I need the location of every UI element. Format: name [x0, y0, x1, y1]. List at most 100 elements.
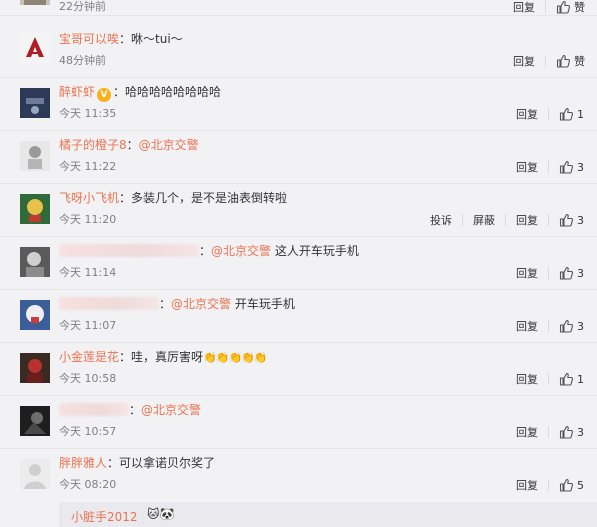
comment-actions: 回复 1: [516, 371, 585, 387]
comment-time: 今天 11:20: [59, 213, 117, 226]
avatar[interactable]: [20, 406, 50, 436]
username-link[interactable]: 醉虾虾: [59, 85, 95, 99]
avatar[interactable]: [20, 353, 50, 383]
like-count: 1: [577, 107, 584, 121]
comment-text: 醉虾虾 V ：哈哈哈哈哈哈哈哈: [59, 85, 222, 102]
like-count: 3: [577, 160, 584, 174]
thumb-up-icon: [559, 372, 573, 386]
comment-item: ：@北京交警 这人开车玩手机 今天 11:14 回复 3: [0, 237, 597, 290]
comment-actions: 回复 1: [516, 106, 585, 122]
mention-link[interactable]: @北京交警: [171, 297, 231, 311]
mention-link[interactable]: @北京交警: [211, 244, 271, 258]
mention-link[interactable]: @北京交警: [139, 138, 199, 152]
reply-button[interactable]: 回复: [516, 318, 538, 334]
comment-item: 橘子的橙子8：@北京交警 今天 11:22 回复 3: [0, 131, 597, 184]
username-link[interactable]: 小脏手2012: [71, 508, 138, 525]
like-count: 3: [577, 266, 584, 280]
username-link[interactable]: 橘子的橙子8: [59, 138, 127, 152]
thumb-up-icon: [559, 213, 573, 227]
reply-button[interactable]: 回复: [513, 53, 535, 69]
comment-actions: 回复 3: [516, 265, 585, 281]
comment-text: ：@北京交警 开车玩手机: [59, 296, 295, 312]
comment-item: 醉虾虾 V ：哈哈哈哈哈哈哈哈 今天 11:35 回复 1: [0, 78, 597, 131]
reply-button[interactable]: 回复: [513, 0, 535, 15]
avatar[interactable]: [20, 459, 50, 489]
comment-time: 今天 10:57: [59, 425, 117, 438]
comment-time: 今天 11:22: [59, 160, 117, 173]
avatar[interactable]: [20, 247, 50, 277]
comment-text: 小金莲是花：哇，真厉害呀👏👏👏👏👏: [59, 350, 268, 364]
comment-body: 这人开车玩手机: [274, 244, 359, 258]
divider: [548, 214, 549, 226]
comment-text: 宝哥可以唉：咻～tui～: [59, 32, 183, 46]
like-count: 3: [577, 319, 584, 333]
like-button[interactable]: 赞: [556, 53, 585, 69]
emoji-sticker-icon: 🐱🐼: [147, 507, 175, 521]
comment-body: 哇，真厉害呀: [131, 350, 204, 364]
divider: [548, 108, 549, 120]
divider: [548, 320, 549, 332]
thumb-up-icon: [556, 0, 570, 14]
like-count: 3: [577, 213, 584, 227]
reply-button[interactable]: 回复: [516, 265, 538, 281]
reply-button[interactable]: 回复: [516, 106, 538, 122]
like-button[interactable]: 3: [559, 266, 585, 280]
reply-button[interactable]: 回复: [516, 159, 538, 175]
avatar[interactable]: [20, 33, 50, 63]
avatar[interactable]: [20, 300, 50, 330]
like-button[interactable]: 5: [559, 478, 585, 492]
comment-actions: 投诉 屏蔽 回复 3: [430, 212, 585, 228]
username-link[interactable]: 宝哥可以唉: [59, 32, 119, 46]
username-link[interactable]: [59, 403, 129, 416]
like-count: 1: [577, 372, 584, 386]
mention-link[interactable]: @北京交警: [141, 403, 201, 417]
username-link[interactable]: 飞呀小飞机: [59, 191, 119, 205]
divider: [548, 479, 549, 491]
reply-button[interactable]: 回复: [516, 371, 538, 387]
username-link[interactable]: [59, 244, 199, 257]
like-button[interactable]: 1: [559, 107, 585, 121]
thumb-up-icon: [559, 319, 573, 333]
block-button[interactable]: 屏蔽: [473, 212, 495, 228]
comment-time: 今天 08:20: [59, 478, 117, 491]
avatar[interactable]: [20, 194, 50, 224]
divider: [545, 55, 546, 67]
username-link[interactable]: 胖胖雅人: [59, 456, 107, 470]
clap-emoji: 👏👏👏👏👏: [203, 351, 267, 364]
thumb-up-icon: [559, 266, 573, 280]
comment-actions: 回复 赞: [513, 0, 585, 15]
like-button[interactable]: 3: [559, 425, 585, 439]
like-button[interactable]: 3: [559, 319, 585, 333]
like-button[interactable]: 赞: [556, 0, 585, 15]
comment-time: 22分钟前: [59, 0, 106, 13]
comment-body: 开车玩手机: [234, 297, 295, 311]
username-link[interactable]: [59, 297, 159, 310]
comment-body: 咻～tui～: [131, 32, 183, 46]
reply-button[interactable]: 回复: [516, 424, 538, 440]
like-count: 5: [577, 478, 584, 492]
like-button[interactable]: 1: [559, 372, 585, 386]
like-button[interactable]: 3: [559, 160, 585, 174]
comment-text: ：@北京交警: [59, 402, 201, 418]
report-button[interactable]: 投诉: [430, 212, 452, 228]
username-link[interactable]: 小金莲是花: [59, 350, 119, 364]
divider: [548, 426, 549, 438]
comment-actions: 回复 3: [516, 424, 585, 440]
avatar[interactable]: [20, 0, 50, 5]
comment-body: 可以拿诺贝尔奖了: [119, 456, 216, 470]
avatar[interactable]: [20, 141, 50, 171]
thumb-up-icon: [559, 160, 573, 174]
divider: [545, 1, 546, 13]
comment-text: 胖胖雅人：可以拿诺贝尔奖了: [59, 456, 216, 470]
thumb-up-icon: [556, 54, 570, 68]
avatar[interactable]: [20, 88, 50, 118]
comment-actions: 回复 3: [516, 159, 585, 175]
comment-actions: 回复 赞: [513, 53, 585, 69]
comment-item: 22分钟前 回复 赞: [0, 0, 597, 16]
reply-button[interactable]: 回复: [516, 477, 538, 493]
comment-body: 哈哈哈哈哈哈哈哈: [125, 85, 222, 99]
like-button[interactable]: 3: [559, 213, 585, 227]
reply-button[interactable]: 回复: [516, 212, 538, 228]
comment-item: ：@北京交警 今天 10:57 回复 3: [0, 396, 597, 449]
comment-time: 48分钟前: [59, 54, 106, 67]
